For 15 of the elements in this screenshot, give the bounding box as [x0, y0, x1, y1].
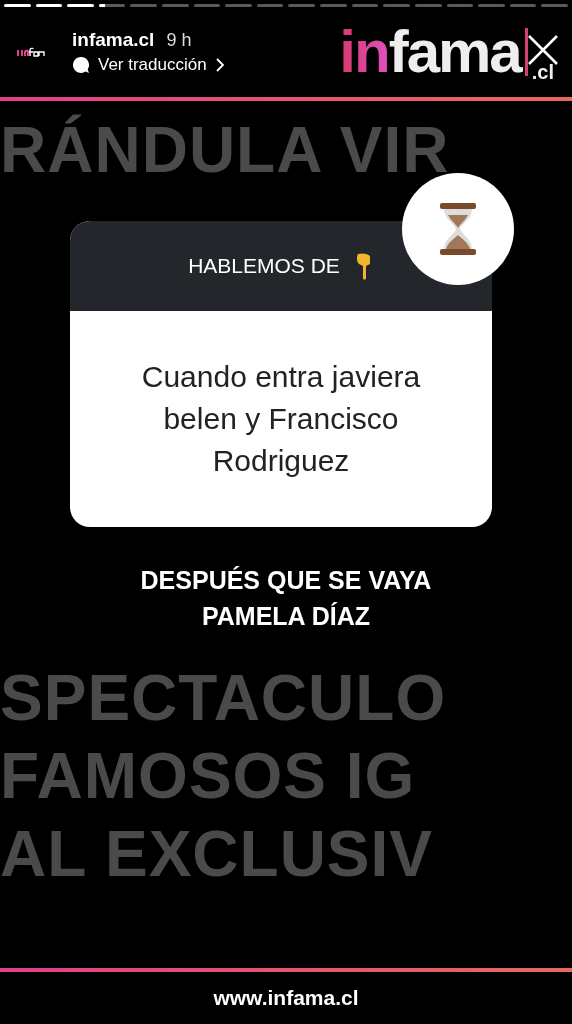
website-url: www.infama.cl [212, 985, 360, 1011]
hourglass-icon [438, 201, 478, 257]
translate-link[interactable]: Ver traducción [72, 55, 225, 75]
caption-line: DESPUÉS QUE SE VAYA [140, 565, 432, 596]
background-word: AL EXCLUSIV [0, 817, 434, 892]
caption-line: PAMELA DÍAZ [201, 601, 370, 632]
card-title: HABLEMOS DE [188, 254, 340, 278]
background-word: SPECTACULO [0, 661, 448, 736]
answer-text: Cuando entra javiera belen y Francisco Rodriguez [140, 359, 422, 479]
chat-bubble-icon [72, 56, 90, 74]
post-time: 9 h [166, 30, 192, 51]
background-word: FAMOSOS IG [0, 739, 417, 814]
account-name[interactable]: infama.cl [72, 29, 155, 51]
background-word: RÁNDULA VIR [0, 113, 451, 188]
chevron-right-icon [214, 58, 225, 72]
